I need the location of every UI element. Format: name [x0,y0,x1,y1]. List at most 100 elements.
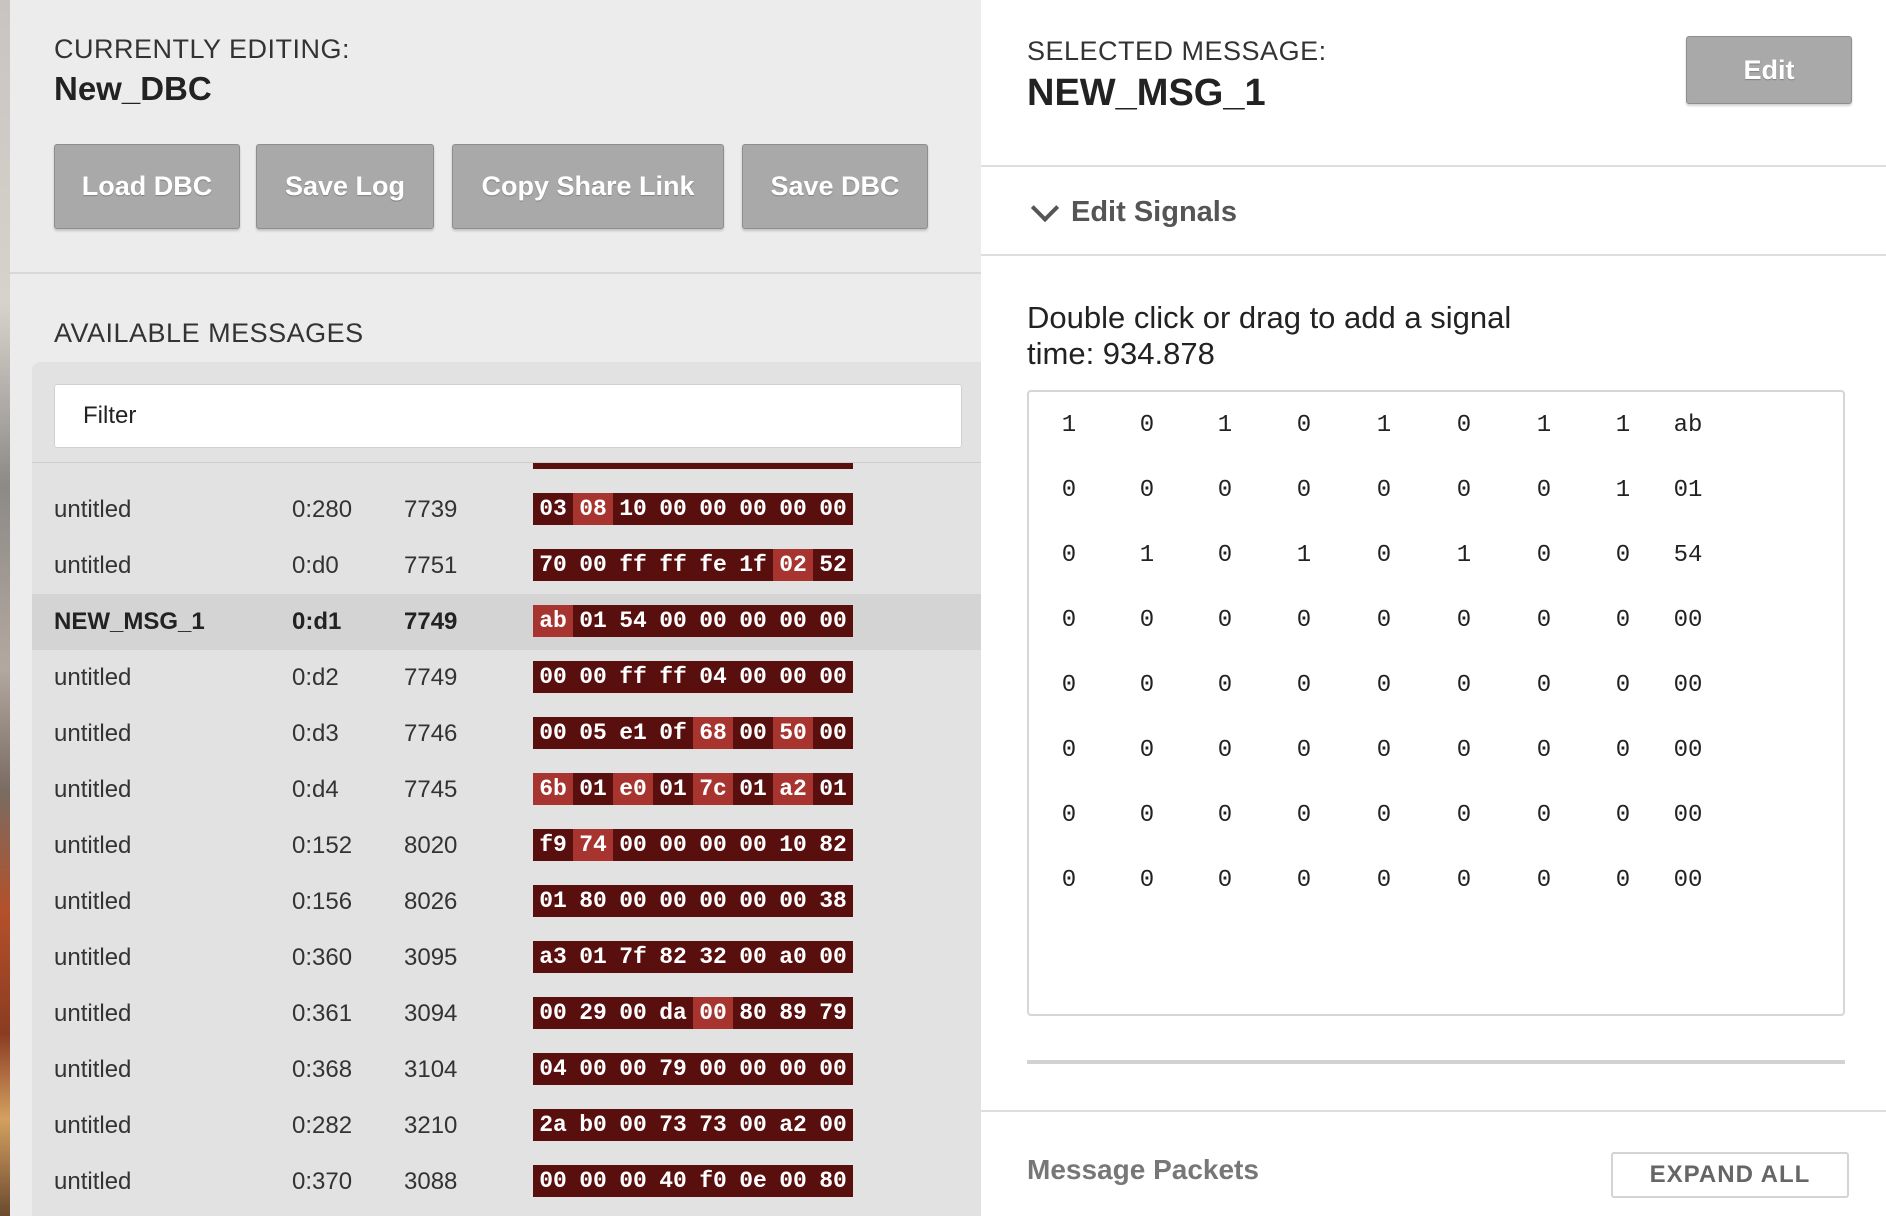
message-row[interactable]: untitled 0:368 3104 04 00 00 79 00 00 00 00 [32,1042,981,1098]
expand-all-button[interactable]: EXPAND ALL [1611,1152,1849,1198]
bit-cell[interactable]: 0 [1514,672,1574,699]
bit-cell[interactable]: 0 [1195,737,1255,764]
copy-share-link-button[interactable]: Copy Share Link [452,144,724,229]
bit-cell[interactable]: 0 [1514,542,1574,569]
bit-grid[interactable]: 1 0 1 0 1 0 1 1 ab 0 0 0 0 0 0 0 1 01 0 1 0 1 0 1 0 0 54 0 0 0 0 0 0 0 0 00… [1027,390,1845,1016]
bit-cell[interactable]: 1 [1274,542,1334,569]
bit-cell[interactable]: 0 [1434,737,1494,764]
message-list[interactable]: untitled0:???77??0000000000000000 untitle… [32,462,981,1216]
bit-cell[interactable]: 0 [1039,672,1099,699]
bit-cell[interactable]: 1 [1593,477,1653,504]
bit-cell[interactable]: 0 [1593,542,1653,569]
message-row[interactable]: untitled 0:d0 7751 70 00 ff ff fe 1f 02 52 [32,538,981,594]
message-row[interactable]: untitled 0:d3 7746 00 05 e1 0f 68 00 50 00 [32,706,981,762]
message-row[interactable]: untitled 0:370 3088 00 00 00 40 f0 0e 00 80 [32,1154,981,1210]
byte-cell: 00 [773,605,813,637]
bit-cell[interactable]: 1 [1195,412,1255,439]
bit-cell[interactable]: 1 [1117,542,1177,569]
bit-cell[interactable]: 0 [1354,672,1414,699]
message-row[interactable]: untitled 0:361 3094 00 29 00 da 00 80 89 79 [32,986,981,1042]
bit-cell[interactable]: 0 [1274,672,1334,699]
message-row[interactable]: untitled 0:152 8020 f9 74 00 00 00 00 10 82 [32,818,981,874]
bit-cell[interactable]: 0 [1039,477,1099,504]
bit-cell[interactable]: 0 [1274,737,1334,764]
bit-cell[interactable]: 0 [1593,672,1653,699]
byte-cell: 32 [693,941,733,973]
bit-cell[interactable]: 0 [1274,867,1334,894]
bit-cell[interactable]: 0 [1514,802,1574,829]
save-log-button[interactable]: Save Log [256,144,434,229]
byte-cell: 00 [693,462,733,469]
bit-cell[interactable]: 0 [1195,477,1255,504]
bit-cell[interactable]: 0 [1117,867,1177,894]
dbc-name: New_DBC [54,70,212,107]
edit-button[interactable]: Edit [1686,36,1852,104]
message-row[interactable]: untitled 0:280 7739 03 08 10 00 00 00 00 00 [32,482,981,538]
bit-cell[interactable]: 1 [1039,412,1099,439]
bit-cell[interactable]: 0 [1434,867,1494,894]
bit-cell[interactable]: 0 [1274,412,1334,439]
bit-cell[interactable]: 1 [1593,412,1653,439]
bit-cell[interactable]: 0 [1593,737,1653,764]
bit-cell[interactable]: 0 [1354,802,1414,829]
bit-cell[interactable]: 0 [1514,477,1574,504]
byte-cell: a2 [773,773,813,805]
header-divider [981,165,1886,167]
bit-cell[interactable]: 0 [1195,542,1255,569]
bit-cell[interactable]: 0 [1593,607,1653,634]
message-row[interactable]: untitled 0:156 8026 01 80 00 00 00 00 00 38 [32,874,981,930]
bit-cell[interactable]: 0 [1195,607,1255,634]
message-bytes: 00 00 00 40 f0 0e 00 80 [533,1165,853,1197]
filter-input[interactable] [54,384,962,448]
bit-cell[interactable]: 0 [1195,672,1255,699]
bit-cell[interactable]: 0 [1593,802,1653,829]
save-dbc-button[interactable]: Save DBC [742,144,928,229]
byte-cell: 00 [773,1053,813,1085]
bit-cell[interactable]: 0 [1514,607,1574,634]
bit-cell[interactable]: 1 [1434,542,1494,569]
edit-signals-toggle[interactable]: Edit Signals [1030,193,1237,229]
bit-cell[interactable]: 0 [1117,412,1177,439]
bit-cell[interactable]: 0 [1039,737,1099,764]
message-row[interactable]: untitled 0:360 3095 a3 01 7f 82 32 00 a0 00 [32,930,981,986]
bit-cell[interactable]: 0 [1117,737,1177,764]
bit-cell[interactable]: 0 [1434,412,1494,439]
bit-cell[interactable]: 0 [1434,607,1494,634]
load-dbc-button[interactable]: Load DBC [54,144,240,229]
bit-cell[interactable]: 1 [1354,412,1414,439]
bit-cell[interactable]: 0 [1354,607,1414,634]
bit-cell[interactable]: 0 [1195,802,1255,829]
bit-cell[interactable]: 0 [1274,802,1334,829]
bit-cell[interactable]: 0 [1354,867,1414,894]
message-row[interactable]: untitled 0:282 3210 2a b0 00 73 73 00 a2 00 [32,1098,981,1154]
bit-cell[interactable]: 0 [1117,672,1177,699]
bit-cell[interactable]: 0 [1354,542,1414,569]
message-row[interactable]: untitled0:???77??0000000000000000 [32,462,981,482]
byte-cell: 00 [733,605,773,637]
bit-cell[interactable]: 0 [1039,607,1099,634]
bit-cell[interactable]: 0 [1514,737,1574,764]
byte-hex-value: ab [1673,412,1703,439]
bit-cell[interactable]: 0 [1593,867,1653,894]
bit-cell[interactable]: 0 [1195,867,1255,894]
bit-cell[interactable]: 0 [1514,867,1574,894]
bit-cell[interactable]: 0 [1354,477,1414,504]
bit-cell[interactable]: 0 [1117,477,1177,504]
bit-cell[interactable]: 0 [1434,802,1494,829]
bit-cell[interactable]: 0 [1117,802,1177,829]
bit-cell[interactable]: 0 [1039,867,1099,894]
byte-cell: 73 [693,1109,733,1141]
bit-cell[interactable]: 0 [1039,802,1099,829]
bit-cell[interactable]: 1 [1514,412,1574,439]
message-row[interactable]: untitled 0:d2 7749 00 00 ff ff 04 00 00 00 [32,650,981,706]
message-bytes: 01 80 00 00 00 00 00 38 [533,885,853,917]
message-row[interactable]: NEW_MSG_1 0:d1 7749 ab 01 54 00 00 00 00 00 [32,594,981,650]
bit-cell[interactable]: 0 [1039,542,1099,569]
bit-cell[interactable]: 0 [1434,672,1494,699]
bit-cell[interactable]: 0 [1354,737,1414,764]
bit-cell[interactable]: 0 [1274,607,1334,634]
message-row[interactable]: untitled 0:d4 7745 6b 01 e0 01 7c 01 a2 01 [32,762,981,818]
bit-cell[interactable]: 0 [1117,607,1177,634]
bit-cell[interactable]: 0 [1274,477,1334,504]
bit-cell[interactable]: 0 [1434,477,1494,504]
